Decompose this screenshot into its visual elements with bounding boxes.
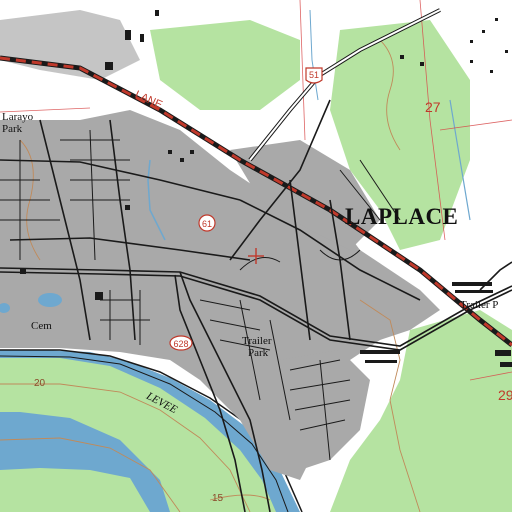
topographic-map: LAPLACE Larayo Park Trailer Park Trailer…	[0, 0, 512, 512]
trailer-park-label-line2: Park	[248, 347, 269, 359]
map-canvas	[0, 0, 512, 512]
trailer-park-right-label: Trailer P	[460, 299, 499, 311]
contour-20-label: 20	[34, 378, 46, 389]
park-label-line2: Park	[2, 123, 23, 135]
town-label: LAPLACE	[345, 204, 459, 229]
section-27-label: 27	[425, 99, 441, 115]
route-628-label: 628	[173, 339, 189, 349]
trailer-park-label-line1: Trailer	[242, 335, 272, 347]
pond-west	[38, 293, 62, 307]
park-label-line1: Larayo	[2, 111, 34, 123]
route-61-label: 61	[201, 219, 212, 229]
cemetery-label: Cem	[31, 320, 52, 332]
route-51-label: 51	[308, 70, 319, 80]
contour-15-label: 15	[212, 493, 224, 504]
section-29-label: 29	[498, 387, 512, 403]
